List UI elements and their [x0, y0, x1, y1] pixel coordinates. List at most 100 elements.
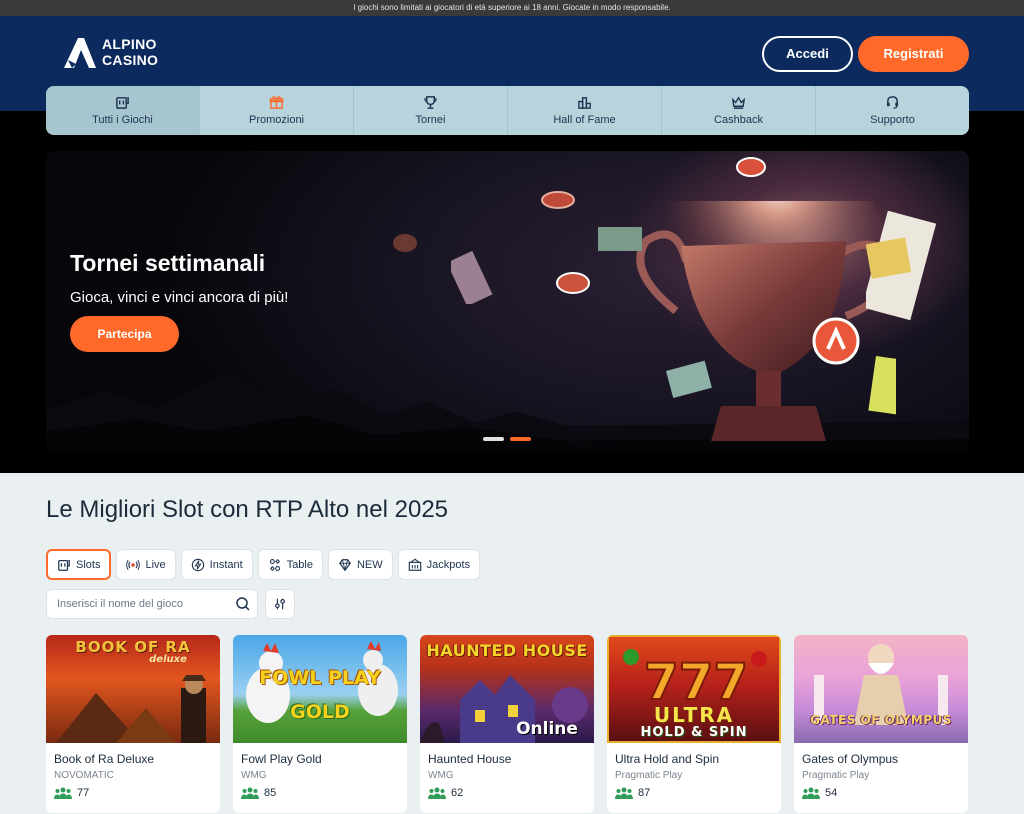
rooster-art — [246, 641, 398, 723]
login-button[interactable]: Accedi — [762, 36, 853, 72]
carousel-dot-2[interactable] — [510, 437, 531, 441]
player-count: 77 — [54, 787, 220, 799]
floating-banknote-3 — [866, 211, 936, 321]
trophy-illustration — [636, 201, 896, 441]
game-grid: BOOK OF RA deluxe Book of Ra Deluxe NOVO… — [46, 635, 968, 813]
game-card[interactable]: GATES OF OLYMPUS Gates of Olympus Pragma… — [794, 635, 968, 813]
filter-new[interactable]: NEW — [327, 549, 393, 580]
game-search — [46, 589, 258, 619]
game-art-subtitle: Online — [516, 719, 578, 739]
game-thumbnail[interactable]: GATES OF OLYMPUS — [794, 635, 968, 743]
age-notice-bar: I giochi sono limitati ai giocatori di e… — [0, 0, 1024, 16]
hero-title: Tornei settimanali — [70, 250, 266, 276]
nav-label: Promozioni — [248, 114, 305, 126]
hero-subtitle: Gioca, vinci e vinci ancora di più! — [70, 289, 289, 306]
game-art-title: GATES OF OLYMPUS — [810, 713, 952, 727]
game-thumbnail[interactable]: HAUNTED HOUSE Online — [420, 635, 594, 743]
nav-label: Supporto — [870, 114, 915, 126]
floating-banknote-2 — [598, 227, 642, 251]
game-provider: Pragmatic Play — [802, 770, 870, 781]
players-icon — [241, 787, 259, 799]
player-count: 85 — [241, 787, 407, 799]
table-games-icon — [269, 558, 280, 571]
game-name[interactable]: Gates of Olympus — [802, 752, 968, 766]
game-art-subtitle: HOLD & SPIN — [640, 725, 748, 740]
player-count: 87 — [615, 787, 781, 799]
podium-icon — [578, 97, 591, 109]
filter-table[interactable]: Table — [257, 549, 323, 580]
players-icon — [54, 787, 72, 799]
player-count-value: 62 — [451, 787, 464, 799]
game-provider: WMG — [241, 770, 267, 781]
game-provider: Pragmatic Play — [615, 770, 683, 781]
game-card[interactable]: BOOK OF RA deluxe Book of Ra Deluxe NOVO… — [46, 635, 220, 813]
nav-item-support[interactable]: Supporto — [816, 86, 969, 135]
search-icon[interactable] — [235, 596, 251, 612]
game-provider: WMG — [428, 770, 454, 781]
participate-button[interactable]: Partecipa — [70, 316, 179, 352]
nav-item-promotions[interactable]: Promozioni — [200, 86, 354, 135]
nav-label: Cashback — [714, 114, 763, 126]
game-name[interactable]: Book of Ra Deluxe — [54, 752, 220, 766]
game-thumbnail[interactable]: BOOK OF RA deluxe — [46, 635, 220, 743]
game-name[interactable]: Ultra Hold and Spin — [615, 752, 781, 766]
game-card[interactable]: HAUNTED HOUSE Online Haunted House WMG 6… — [420, 635, 594, 813]
filter-label: Instant — [209, 558, 243, 571]
sliders-icon — [275, 598, 285, 610]
alpino-casino-logo[interactable]: ALPINO CASINO — [62, 34, 158, 70]
game-name[interactable]: Fowl Play Gold — [241, 752, 407, 766]
filter-label: Live — [145, 558, 166, 571]
game-name[interactable]: Haunted House — [428, 752, 594, 766]
players-icon — [615, 787, 633, 799]
game-thumbnail[interactable]: FOWL PLAY GOLD — [233, 635, 407, 743]
floating-chip-4 — [393, 234, 417, 252]
lightning-icon — [191, 558, 204, 571]
game-category-filters: Slots Live Instant Table NEW Jackpots — [46, 549, 481, 580]
nav-item-hall-of-fame[interactable]: Hall of Fame — [508, 86, 662, 135]
filter-instant[interactable]: Instant — [180, 549, 253, 580]
mountain-logo-icon — [64, 38, 96, 68]
nav-label: Hall of Fame — [553, 114, 616, 126]
filter-label: Table — [286, 558, 313, 571]
logo-line-1: ALPINO — [102, 36, 157, 52]
diamond-icon — [339, 558, 351, 571]
filter-slots[interactable]: Slots — [46, 549, 112, 580]
carousel-dot-1[interactable] — [483, 437, 504, 441]
floating-chip-1 — [736, 157, 766, 177]
game-art-title: ULTRA — [653, 703, 735, 727]
players-icon — [428, 787, 446, 799]
section-title: Le Migliori Slot con RTP Alto nel 2025 — [46, 496, 449, 523]
filter-live[interactable]: Live — [116, 549, 176, 580]
slot-machine-icon — [58, 559, 70, 571]
live-broadcast-icon — [126, 559, 141, 570]
player-count: 54 — [802, 787, 968, 799]
floating-chip-2 — [541, 191, 575, 209]
game-thumbnail[interactable]: 777 ULTRA HOLD & SPIN — [607, 635, 781, 743]
logo-line-2: CASINO — [102, 52, 159, 68]
trophy-icon — [424, 96, 437, 109]
headset-icon — [886, 96, 899, 109]
game-art-title: HAUNTED HOUSE — [426, 641, 588, 660]
players-icon — [802, 787, 820, 799]
player-count-value: 87 — [638, 787, 651, 799]
game-card[interactable]: 777 ULTRA HOLD & SPIN Ultra Hold and Spi… — [607, 635, 781, 813]
filter-label: Slots — [76, 558, 101, 571]
pyramid-art — [56, 675, 206, 743]
player-count-value: 77 — [77, 787, 90, 799]
game-card[interactable]: FOWL PLAY GOLD Fowl Play Gold WMG 85 — [233, 635, 407, 813]
game-art-subtitle: deluxe — [149, 654, 187, 665]
advanced-filter-button[interactable] — [265, 589, 295, 619]
nav-label: Tornei — [415, 114, 446, 126]
nav-item-all-games[interactable]: Tutti i Giochi — [46, 86, 200, 135]
filter-jackpots[interactable]: Jackpots — [397, 549, 481, 580]
carousel-dots — [483, 437, 531, 441]
slot-machine-icon — [116, 97, 129, 109]
register-button[interactable]: Registrati — [858, 36, 969, 72]
filter-label: NEW — [356, 558, 383, 571]
nav-item-tournaments[interactable]: Tornei — [354, 86, 508, 135]
game-art-title: FOWL PLAY — [259, 667, 381, 689]
game-search-input[interactable] — [57, 598, 227, 610]
main-nav: Tutti i Giochi Promozioni Tornei Hall of… — [46, 86, 969, 135]
nav-item-cashback[interactable]: Cashback — [662, 86, 816, 135]
player-count-value: 54 — [825, 787, 838, 799]
